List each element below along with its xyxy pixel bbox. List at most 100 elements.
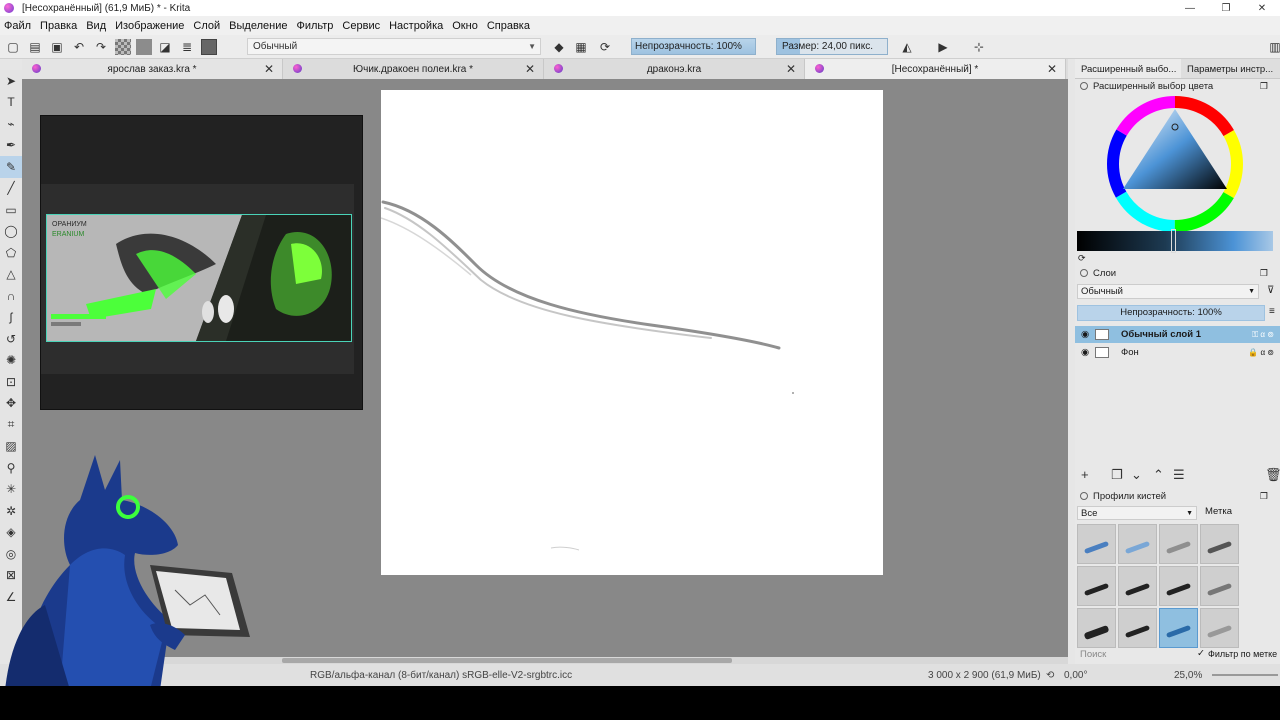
brush-preset-soft-eraser[interactable] — [1159, 524, 1198, 564]
brush-preset-pen-2[interactable] — [1118, 566, 1157, 606]
rectangle-tool-icon[interactable]: ▭ — [0, 199, 22, 221]
layer-opacity-slider[interactable]: Непрозрачность: 100% — [1077, 305, 1265, 321]
zoom-slider[interactable] — [1212, 674, 1278, 676]
close-window-button[interactable]: ✕ — [1244, 0, 1280, 16]
color-wheel[interactable] — [1105, 94, 1245, 234]
reload-preset-icon[interactable]: ⟳ — [596, 38, 614, 56]
move-layer-down-icon[interactable]: ⌄ — [1131, 467, 1142, 483]
rotation-icon[interactable]: ⟲ — [1046, 670, 1054, 681]
calligraphy-tool-icon[interactable]: ✒ — [0, 135, 22, 157]
redo-icon[interactable]: ↷ — [92, 38, 110, 56]
refresh-color-icon[interactable]: ⟳ — [1078, 253, 1086, 264]
save-icon[interactable]: ▣ — [48, 38, 66, 56]
tag-button[interactable]: Метка — [1205, 506, 1232, 517]
menu-settings[interactable]: Настройка — [389, 20, 443, 32]
select-shapes-tool-icon[interactable]: ➤ — [0, 70, 22, 92]
float-panel-icon[interactable]: ❐ — [1260, 266, 1268, 281]
edit-shapes-tool-icon[interactable]: ⌁ — [0, 113, 22, 135]
text-tool-icon[interactable]: T — [0, 92, 22, 114]
reference-image-panel[interactable]: ОРАНИУМ ERANIUM — [40, 115, 363, 410]
layer-props-icon[interactable]: ⚿ α ⊚ — [1252, 326, 1274, 343]
tab-unsaved[interactable]: [Несохранённый] * ✕ — [805, 59, 1066, 79]
menu-window[interactable]: Окно — [452, 20, 478, 32]
brush-preset-pen[interactable] — [1077, 566, 1116, 606]
menu-edit[interactable]: Правка — [40, 20, 77, 32]
brush-preset-pencil[interactable] — [1118, 608, 1157, 648]
layer-menu-icon[interactable]: ≡ — [1269, 306, 1275, 317]
menu-select[interactable]: Выделение — [229, 20, 287, 32]
brush-preset-blender[interactable] — [1118, 524, 1157, 564]
menu-image[interactable]: Изображение — [115, 20, 184, 32]
opacity-slider[interactable]: Непрозрачность: 100% — [631, 38, 756, 55]
mirror-vertical-icon[interactable]: ▶ — [934, 38, 952, 56]
tab-yuchik[interactable]: Ючик.дракоен полеи.kra * ✕ — [283, 59, 544, 79]
tab-tool-options[interactable]: Параметры инстр... — [1181, 59, 1280, 78]
tab-drakone[interactable]: драконэ.kra ✕ — [544, 59, 805, 79]
layer-row[interactable]: ◉ Обычный слой 1 ⚿ α ⊚ — [1075, 326, 1280, 343]
filter-icon[interactable]: ⊽ — [1267, 285, 1274, 296]
brush-tag-select[interactable]: Все ▼ — [1077, 506, 1197, 520]
duplicate-layer-icon[interactable]: ❐ — [1111, 467, 1123, 483]
scrollbar-thumb[interactable] — [282, 658, 732, 663]
tab-advanced-color[interactable]: Расширенный выбо... — [1075, 59, 1181, 78]
wrap-around-icon[interactable]: ⊹ — [970, 38, 988, 56]
slider-handle[interactable] — [1171, 229, 1176, 253]
freehand-brush-tool-icon[interactable]: ✎ — [0, 156, 22, 178]
transform-tool-icon[interactable]: ⊡ — [0, 371, 22, 393]
brush-settings-icon[interactable]: ≣ — [178, 38, 196, 56]
zoom-value[interactable]: 25,0% — [1174, 670, 1202, 681]
menu-tools[interactable]: Сервис — [342, 20, 380, 32]
add-layer-icon[interactable]: + — [1081, 467, 1089, 482]
brush-preset-marker[interactable] — [1077, 608, 1116, 648]
dynamic-brush-tool-icon[interactable]: ↺ — [0, 328, 22, 350]
menu-filter[interactable]: Фильтр — [296, 20, 333, 32]
menu-layer[interactable]: Слой — [193, 20, 220, 32]
brush-preset-ink[interactable] — [1200, 524, 1239, 564]
menu-help[interactable]: Справка — [487, 20, 530, 32]
brush-preset-selected[interactable] — [1159, 608, 1198, 648]
close-tab-icon[interactable]: ✕ — [525, 62, 535, 76]
new-document-icon[interactable]: ▢ — [4, 38, 22, 56]
minimize-button[interactable]: — — [1172, 0, 1208, 16]
multibrush-tool-icon[interactable]: ✺ — [0, 350, 22, 372]
open-folder-icon[interactable]: ▤ — [26, 38, 44, 56]
blend-mode-select[interactable]: Обычный ▼ — [1077, 284, 1259, 299]
brush-preset-charcoal[interactable] — [1200, 608, 1239, 648]
undo-icon[interactable]: ↶ — [70, 38, 88, 56]
gradient-swatch[interactable] — [115, 38, 131, 55]
eye-icon[interactable]: ◉ — [1081, 326, 1089, 343]
move-layer-up-icon[interactable]: ⌃ — [1153, 467, 1164, 483]
freehand-path-tool-icon[interactable]: ʃ — [0, 307, 22, 329]
eye-icon[interactable]: ◉ — [1081, 344, 1089, 361]
brush-preset-thumb[interactable] — [201, 38, 217, 55]
polygon-tool-icon[interactable]: ⬠ — [0, 242, 22, 264]
line-tool-icon[interactable]: ╱ — [0, 178, 22, 200]
float-panel-icon[interactable]: ❐ — [1260, 79, 1268, 94]
delete-layer-icon[interactable]: 🗑 — [1265, 467, 1280, 483]
close-tab-icon[interactable]: ✕ — [786, 62, 796, 76]
lock-icon[interactable]: 🔒 α ⊚ — [1248, 344, 1274, 361]
crop-tool-icon[interactable]: ⌗ — [0, 414, 22, 436]
layer-properties-icon[interactable]: ☰ — [1173, 467, 1185, 483]
checkbox-icon[interactable]: ✓ — [1197, 648, 1205, 659]
close-tab-icon[interactable]: ✕ — [1047, 62, 1057, 76]
close-tab-icon[interactable]: ✕ — [264, 62, 274, 76]
fg-bg-color-icon[interactable]: ◪ — [156, 38, 174, 56]
tab-yaroslav[interactable]: ярослав заказ.kra * ✕ — [22, 59, 283, 79]
drawing-canvas[interactable] — [380, 90, 883, 575]
preserve-alpha-icon[interactable]: ▦ — [572, 38, 590, 56]
eraser-mode-icon[interactable]: ◆ — [550, 38, 568, 56]
ellipse-tool-icon[interactable]: ◯ — [0, 221, 22, 243]
brush-preset-selector[interactable]: Обычный ▼ — [247, 38, 541, 55]
float-panel-icon[interactable]: ❐ — [1260, 489, 1268, 504]
layer-row[interactable]: ◉ Фон 🔒 α ⊚ — [1075, 344, 1280, 361]
brush-preset-eraser[interactable] — [1077, 524, 1116, 564]
brush-preset-pen-3[interactable] — [1159, 566, 1198, 606]
brush-preset-airbrush[interactable] — [1200, 566, 1239, 606]
polyline-tool-icon[interactable]: △ — [0, 264, 22, 286]
brush-search-input[interactable]: Поиск — [1077, 648, 1195, 662]
pattern-swatch[interactable] — [136, 38, 152, 55]
move-tool-icon[interactable]: ✥ — [0, 393, 22, 415]
workspace-icon[interactable]: ▥ — [1266, 38, 1280, 56]
bezier-tool-icon[interactable]: ∩ — [0, 285, 22, 307]
